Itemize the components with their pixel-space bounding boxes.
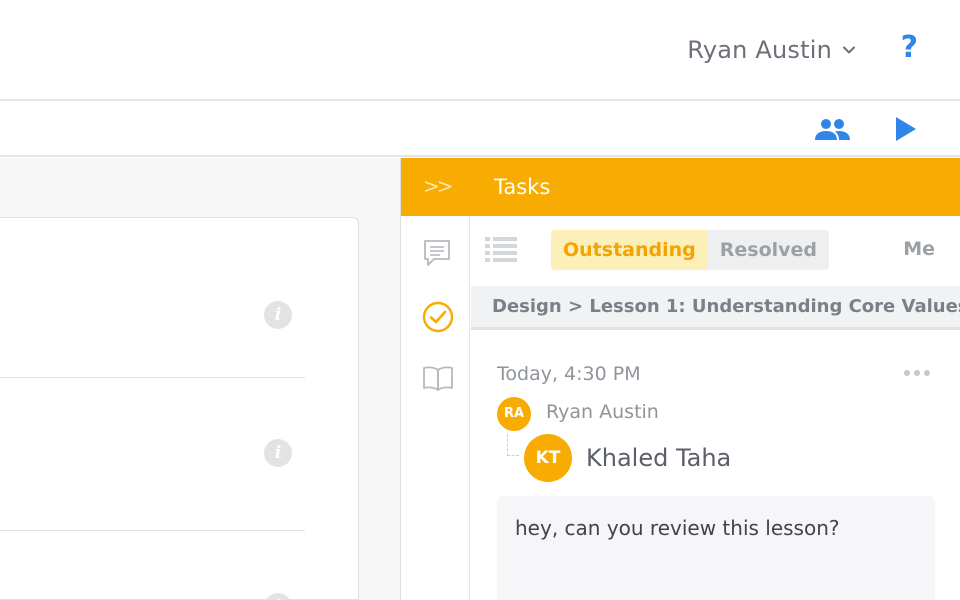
comment-icon[interactable] [422, 238, 452, 268]
more-options-icon[interactable] [903, 369, 931, 377]
list-icon[interactable] [484, 236, 518, 262]
people-icon[interactable] [813, 117, 851, 141]
task-timestamp: Today, 4:30 PM [497, 363, 641, 385]
book-icon[interactable] [422, 364, 454, 392]
play-icon[interactable] [895, 116, 917, 142]
user-name: Ryan Austin [687, 36, 832, 64]
help-icon[interactable]: ? [901, 30, 918, 65]
assignment-connector [507, 434, 519, 456]
check-circle-icon[interactable] [422, 301, 454, 333]
user-menu[interactable]: Ryan Austin [687, 36, 856, 64]
task-item: Today, 4:30 PM RA Ryan Austin KT Khaled … [471, 333, 960, 600]
main-content: i i i [0, 158, 400, 600]
toolbar [0, 101, 960, 157]
divider [0, 530, 305, 531]
info-icon[interactable]: i [264, 593, 292, 600]
task-message: hey, can you review this lesson? [497, 496, 935, 600]
tab-outstanding[interactable]: Outstanding [551, 230, 708, 270]
sender-name: Ryan Austin [546, 401, 659, 423]
avatar: KT [524, 434, 572, 482]
assignee-name: Khaled Taha [586, 444, 732, 472]
info-icon[interactable]: i [264, 439, 292, 467]
status-segmented-control: Outstanding Resolved [551, 230, 830, 270]
top-header: Ryan Austin ? [0, 0, 960, 101]
tab-me[interactable]: Me [903, 238, 935, 260]
avatar: RA [497, 397, 531, 431]
tasks-panel: >> Tasks Outstanding Resolved Me Design … [400, 158, 960, 600]
tasks-panel-header: >> Tasks [401, 158, 960, 216]
filter-tabs-row: Outstanding Resolved Me [471, 216, 960, 286]
panel-side-rail [401, 216, 470, 600]
info-icon[interactable]: i [264, 301, 292, 329]
chevron-down-icon [843, 46, 855, 54]
content-card: i i i [0, 217, 359, 600]
collapse-panel-button[interactable]: >> [423, 174, 453, 198]
panel-title: Tasks [494, 175, 551, 199]
breadcrumb: Design > Lesson 1: Understanding Core Va… [471, 286, 960, 330]
divider [0, 377, 305, 378]
tab-resolved[interactable]: Resolved [707, 230, 830, 270]
